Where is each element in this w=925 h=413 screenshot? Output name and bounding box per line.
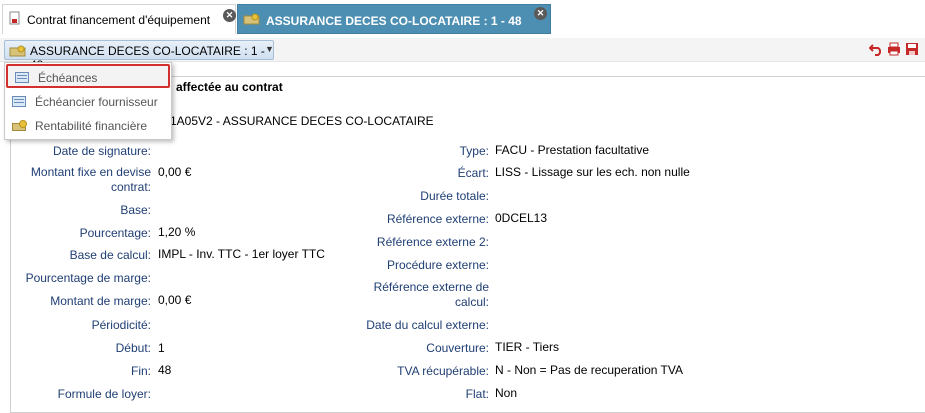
value-type: FACU - Prestation facultative [495, 143, 650, 157]
document-icon [9, 11, 21, 25]
tab-contrat-financement[interactable]: Contrat financement d'équipement ✕ [2, 4, 236, 34]
label-base: Base: [120, 203, 151, 217]
menu-item-rentabilite-financiere[interactable]: Rentabilité financière [5, 114, 171, 138]
money-icon [243, 13, 261, 28]
label-debut: Début: [115, 341, 151, 355]
value-base-calcul: IMPL - Inv. TTC - 1er loyer TTC [158, 247, 325, 261]
product-title: 1A05V2 - ASSURANCE DECES CO-LOCATAIRE [170, 114, 434, 128]
label-flat: Flat: [465, 387, 489, 401]
label-base-calcul: Base de calcul: [69, 248, 151, 262]
toolbar: ASSURANCE DECES CO-LOCATAIRE : 1 - 48 ▼ [0, 38, 925, 72]
label-duree-totale: Durée totale: [420, 189, 489, 203]
label-periodicite: Périodicité: [91, 318, 151, 332]
close-icon[interactable]: ✕ [223, 9, 236, 22]
label-ecart: Écart: [457, 166, 489, 180]
label-date-calcul-externe: Date du calcul externe: [366, 318, 489, 332]
menu-item-label: Rentabilité financière [35, 119, 148, 133]
calendar-icon [15, 72, 29, 83]
label-reference-externe-calcul: Référence externe de calcul: [373, 280, 489, 309]
close-icon[interactable]: ✕ [534, 7, 547, 20]
save-icon[interactable] [905, 42, 919, 56]
tab-assurance-deces[interactable]: ASSURANCE DECES CO-LOCATAIRE : 1 - 48 ✕ [237, 4, 551, 34]
tab-label: ASSURANCE DECES CO-LOCATAIRE : 1 - 48 [266, 14, 522, 28]
menu-item-echeances[interactable]: Échéances [6, 64, 170, 88]
value-pourcentage: 1,20 % [158, 225, 196, 239]
section-legend: affectée au contrat [172, 80, 287, 94]
label-procedure-externe: Procédure externe: [386, 258, 489, 272]
value-montant-marge: 0,00 € [158, 293, 192, 307]
label-reference-externe-2: Référence externe 2: [376, 235, 489, 249]
label-reference-externe: Référence externe: [386, 212, 489, 226]
label-fin: Fin: [130, 364, 151, 378]
value-fin: 48 [158, 363, 172, 377]
label-tva-recuperable: TVA récupérable: [397, 364, 489, 378]
label-montant-fixe: Montant fixe en devise contrat: [30, 165, 151, 194]
money-icon [12, 120, 28, 133]
context-menu: Échéances Échéancier fournisseur Rentabi… [4, 62, 172, 140]
tab-label: Contrat financement d'équipement [27, 13, 211, 27]
print-icon[interactable] [887, 42, 901, 56]
menu-item-label: Échéances [38, 71, 98, 85]
value-couverture: TIER - Tiers [495, 340, 560, 354]
value-ecart: LISS - Lissage sur les ech. non nulle [495, 165, 690, 179]
value-flat: Non [495, 386, 518, 400]
label-formule-loyer: Formule de loyer: [57, 387, 151, 401]
menu-item-label: Échéancier fournisseur [35, 95, 158, 109]
chevron-down-icon: ▼ [265, 44, 274, 54]
money-icon [9, 45, 27, 60]
label-pourcentage-marge: Pourcentage de marge: [25, 271, 151, 285]
value-tva-recuperable: N - Non = Pas de recuperation TVA [495, 363, 683, 377]
label-couverture: Couverture: [426, 341, 489, 355]
value-reference-externe: 0DCEL13 [495, 211, 548, 225]
context-dropdown-button[interactable]: ASSURANCE DECES CO-LOCATAIRE : 1 - 48 ▼ [4, 40, 274, 72]
label-date-signature: Date de signature: [52, 144, 151, 158]
menu-item-echeancier-fournisseur[interactable]: Échéancier fournisseur [5, 90, 171, 114]
value-debut: 1 [158, 341, 165, 355]
value-montant-fixe: 0,00 € [158, 165, 192, 179]
label-type: Type: [459, 144, 489, 158]
label-pourcentage: Pourcentage: [79, 226, 151, 240]
calendar-icon [12, 96, 26, 107]
tab-bar: Contrat financement d'équipement ✕ ASSUR… [0, 0, 925, 38]
undo-icon[interactable] [868, 42, 883, 56]
label-montant-marge: Montant de marge: [50, 294, 151, 308]
